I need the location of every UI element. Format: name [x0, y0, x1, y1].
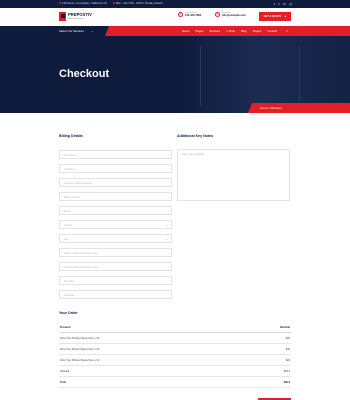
top-info-bar: 149 Street, Los Angeles, California, US … — [0, 0, 350, 8]
last-name-field[interactable]: Last Name — [59, 164, 172, 173]
product-name: Drop Your Product Name Here x 02 — [60, 337, 100, 340]
site-logo[interactable]: PREPOSTIV Industrial & Factory — [59, 11, 92, 22]
field-placeholder: Zip code — [64, 280, 74, 283]
subtotal-label: Subtotal — [60, 370, 70, 373]
search-icon[interactable]: ⌕ — [286, 29, 288, 33]
page-banner: Checkout — [0, 36, 350, 113]
product-price: $25 — [285, 337, 290, 340]
nav-item-project[interactable]: Project — [253, 29, 262, 33]
call-number: 123-456-7890 — [185, 14, 202, 17]
logo-tagline: Industrial & Factory — [68, 17, 84, 20]
phone-icon: ✆ — [178, 12, 183, 17]
street-address-field[interactable]: House number and street name — [59, 248, 172, 257]
page-title: Checkout — [59, 68, 110, 80]
postcode-field[interactable]: Postcode — [59, 290, 172, 299]
site-header: PREPOSTIV Industrial & Factory ✆ Call Us… — [0, 8, 350, 26]
nav-item-contact[interactable]: Contact — [267, 29, 277, 33]
clock-icon — [113, 2, 115, 5]
total-row: Total $39.3 — [59, 377, 291, 388]
table-row: Drop Your Product Name Here x 02 $25 — [59, 333, 291, 344]
breadcrumb: Home / Checkout — [248, 103, 350, 113]
city-select[interactable]: City ⌄ — [59, 234, 172, 243]
order-table: Products Subtotal Drop Your Product Name… — [59, 322, 291, 388]
chevron-down-icon[interactable]: ⌄ — [91, 29, 94, 33]
linkedin-icon[interactable]: in — [283, 2, 286, 6]
logo-mark-icon — [59, 12, 66, 21]
notes-title: Additional Key Notes — [177, 134, 214, 138]
table-row: Drop Your Product Name Here x 01 $20 — [59, 355, 291, 366]
nav-item-pages[interactable]: Pages — [195, 29, 203, 33]
product-name: Drop Your Product Name Here x 01 — [60, 359, 100, 362]
subtotal-header: Subtotal — [280, 326, 290, 329]
billing-title: Billing Details — [59, 134, 83, 138]
facebook-icon[interactable]: f — [274, 2, 275, 6]
hours-text: Mon - Sat: 8:00 - 18:00 / Sunday Closed — [116, 2, 163, 5]
field-placeholder: First Name — [64, 154, 76, 157]
quote-label: GET A QUOTE — [263, 14, 282, 18]
order-title: Your Order — [59, 311, 78, 315]
field-placeholder: Last Name — [64, 168, 76, 171]
field-placeholder: Company name (optional) — [64, 182, 92, 185]
field-placeholder: Postcode — [64, 294, 74, 297]
products-header: Products — [60, 326, 71, 329]
chevron-down-icon: ⌄ — [165, 223, 168, 228]
twitter-icon[interactable]: t — [278, 2, 279, 6]
order-notes-textarea[interactable]: Order note (optional) — [177, 149, 290, 201]
product-price: $30 — [285, 348, 290, 351]
street-address-2-field[interactable]: House number and street name — [59, 262, 172, 271]
email-contact[interactable]: ✉ Email Us info@example.com — [215, 12, 246, 17]
email-address: info@example.com — [222, 14, 246, 17]
zip-code-field[interactable]: Zip code — [59, 276, 172, 285]
field-placeholder: House number and street name — [64, 252, 98, 255]
arrow-right-icon: ➜ — [284, 14, 287, 18]
subtotal-row: Subtotal $39.3 — [59, 366, 291, 377]
nav-item-services[interactable]: Services — [209, 29, 220, 33]
field-placeholder: City — [64, 238, 69, 241]
subtotal-value: $39.3 — [283, 370, 290, 373]
first-name-field[interactable]: First Name — [59, 150, 172, 159]
address-text: 149 Street, Los Angeles, California, US — [62, 2, 107, 5]
field-placeholder: House number and street name — [64, 266, 98, 269]
nav-menu: Home Pages Services + Shop Blog Project … — [182, 29, 277, 33]
address-info: 149 Street, Los Angeles, California, US — [59, 2, 107, 5]
mail-icon: ✉ — [215, 12, 220, 17]
social-links: f t in ◎ — [274, 2, 292, 6]
product-name: Drop Your Product Name Here x 03 — [60, 348, 100, 351]
email-field[interactable]: Email — [59, 206, 172, 215]
instagram-icon[interactable]: ◎ — [289, 2, 292, 6]
nav-item-blog[interactable]: Blog — [241, 29, 247, 33]
company-field[interactable]: Company name (optional) — [59, 178, 172, 187]
hours-info: Mon - Sat: 8:00 - 18:00 / Sunday Closed — [113, 2, 162, 5]
chevron-down-icon: ⌄ — [165, 237, 168, 242]
total-value: $39.3 — [283, 381, 290, 384]
get-quote-button[interactable]: GET A QUOTE ➜ — [259, 11, 291, 21]
phone-field[interactable]: Phone Number — [59, 192, 172, 201]
services-dropdown[interactable]: Select Our Services — [59, 29, 84, 33]
table-row: Drop Your Product Name Here x 03 $30 — [59, 344, 291, 355]
main-nav: Select Our Services ⌄ Home Pages Service… — [0, 26, 350, 36]
country-select[interactable]: Country ⌄ — [59, 220, 172, 229]
field-placeholder: Phone Number — [64, 196, 81, 199]
nav-item-home[interactable]: Home — [182, 29, 189, 33]
order-table-header: Products Subtotal — [59, 322, 291, 333]
total-label: Total — [60, 381, 66, 384]
location-icon — [59, 2, 61, 5]
call-contact[interactable]: ✆ Call Us Now 123-456-7890 — [178, 12, 201, 17]
banner-decor — [200, 46, 300, 106]
notes-placeholder: Order note (optional) — [182, 153, 205, 156]
field-placeholder: Country — [64, 224, 73, 227]
product-price: $20 — [285, 359, 290, 362]
breadcrumb-text[interactable]: Home / Checkout — [260, 106, 282, 110]
field-placeholder: Email — [64, 210, 70, 213]
nav-item-shop[interactable]: + Shop — [226, 29, 235, 33]
